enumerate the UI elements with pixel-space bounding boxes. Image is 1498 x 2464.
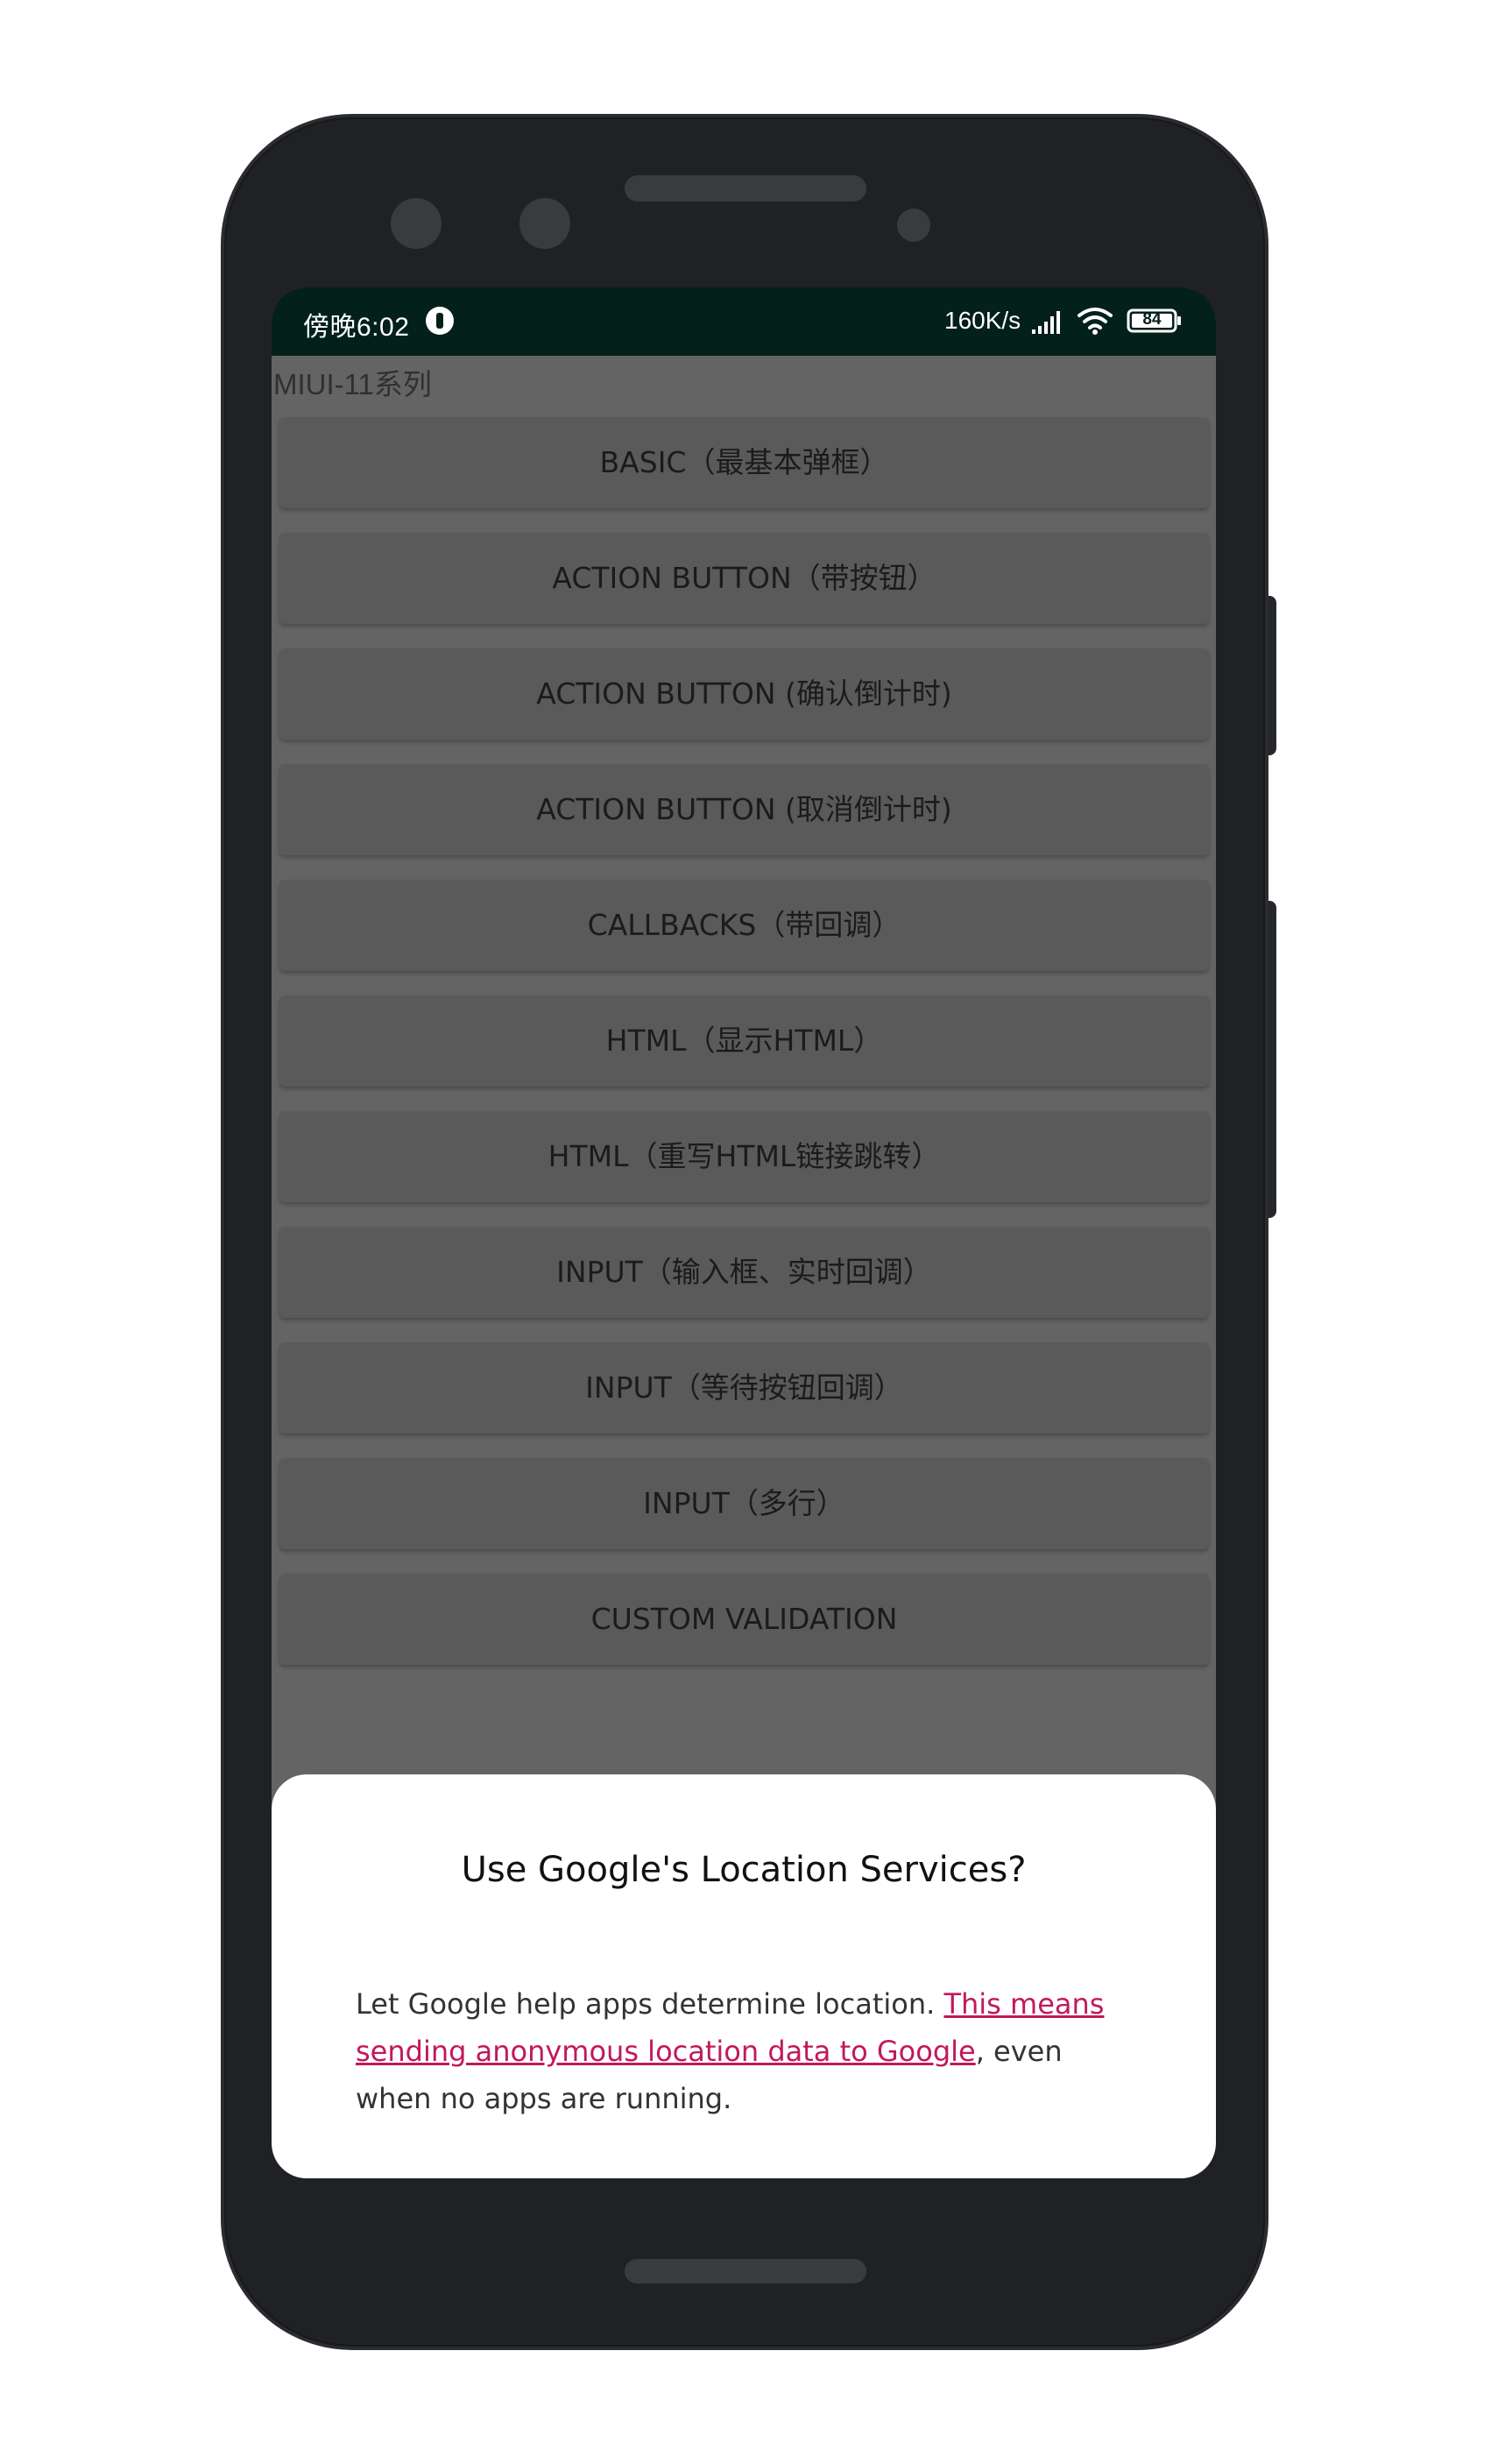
proximity-sensor-icon bbox=[897, 209, 930, 242]
location-dialog: Use Google's Location Services? Let Goog… bbox=[272, 1774, 1216, 2178]
volume-button bbox=[1268, 596, 1276, 755]
app-notification-icon bbox=[426, 307, 454, 335]
basic-button[interactable]: BASIC（最基本弹框） bbox=[279, 417, 1209, 508]
status-bar: 傍晚6:02 160K/s 84 bbox=[272, 287, 1216, 356]
network-speed: 160K/s bbox=[944, 307, 1021, 334]
html-display-button[interactable]: HTML（显示HTML） bbox=[279, 995, 1209, 1087]
input-wait-button-callback-button[interactable]: INPUT（等待按钮回调） bbox=[279, 1342, 1209, 1434]
callbacks-button[interactable]: CALLBACKS（带回调） bbox=[279, 880, 1209, 971]
input-multiline-button[interactable]: INPUT（多行） bbox=[279, 1458, 1209, 1549]
section-title: MIUI-11系列 bbox=[273, 368, 432, 400]
battery-level: 84 bbox=[1142, 310, 1162, 329]
earpiece-speaker bbox=[625, 175, 866, 202]
action-button-confirm-countdown-button[interactable]: ACTION BUTTON (确认倒计时) bbox=[279, 648, 1209, 740]
status-time: 傍晚6:02 bbox=[303, 313, 410, 342]
phone-screen: 傍晚6:02 160K/s 84 MIUI-11系列 BASIC（最基本弹框） … bbox=[272, 287, 1216, 2178]
input-realtime-callback-button[interactable]: INPUT（输入框、实时回调） bbox=[279, 1227, 1209, 1318]
dialog-message: Let Google help apps determine location.… bbox=[356, 1980, 1144, 2122]
dialog-title: Use Google's Location Services? bbox=[461, 1850, 1027, 1890]
action-button-cancel-countdown-button[interactable]: ACTION BUTTON (取消倒计时) bbox=[279, 764, 1209, 855]
power-button bbox=[1268, 901, 1276, 1218]
signal-icon bbox=[1032, 311, 1060, 334]
front-sensor-icon bbox=[519, 198, 570, 249]
bottom-speaker bbox=[625, 2259, 866, 2283]
html-override-link-button[interactable]: HTML（重写HTML链接跳转） bbox=[279, 1111, 1209, 1202]
action-button-button[interactable]: ACTION BUTTON（带按钮） bbox=[279, 533, 1209, 624]
front-camera-icon bbox=[391, 198, 442, 249]
dialog-message-before: Let Google help apps determine location. bbox=[356, 1987, 944, 2021]
wifi-icon bbox=[1078, 308, 1113, 335]
custom-validation-button[interactable]: CUSTOM VALIDATION bbox=[279, 1574, 1209, 1665]
button-list: BASIC（最基本弹框） ACTION BUTTON（带按钮） ACTION B… bbox=[279, 417, 1209, 1689]
